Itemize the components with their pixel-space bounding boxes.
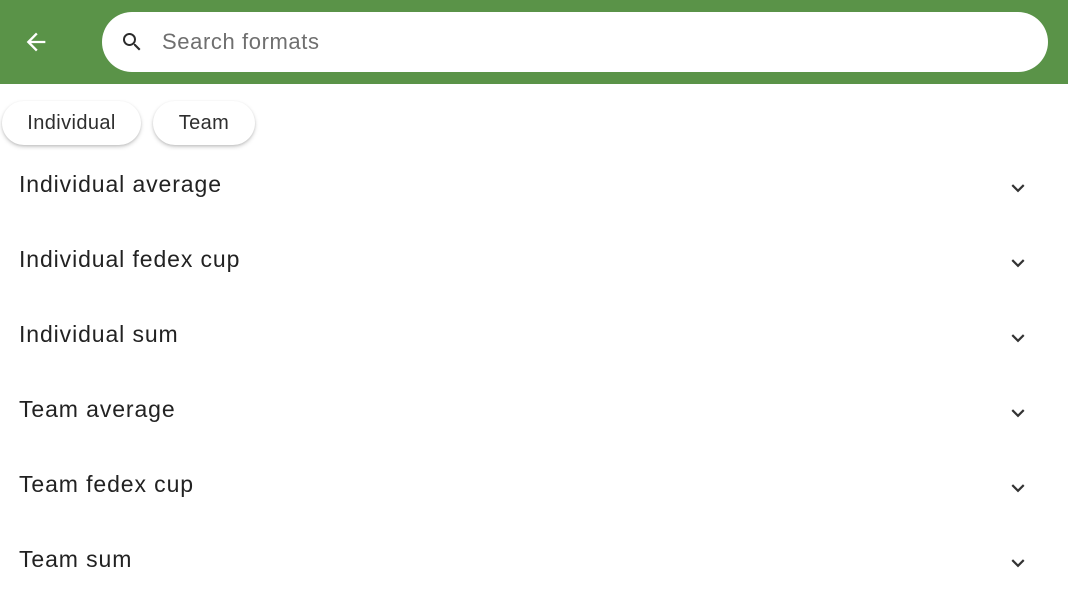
list-item-individual-sum[interactable]: Individual sum <box>0 300 1068 375</box>
chevron-down-icon[interactable] <box>1005 176 1031 200</box>
arrow-back-icon <box>26 32 46 52</box>
search-bar[interactable] <box>102 12 1048 72</box>
filter-chip-team[interactable]: Team <box>153 101 255 145</box>
chevron-down-icon[interactable] <box>1005 551 1031 575</box>
list-item-label: Individual fedex cup <box>19 246 241 272</box>
filter-chip-individual[interactable]: Individual <box>2 101 141 145</box>
list-item-label: Individual average <box>19 171 222 197</box>
list-item-team-sum[interactable]: Team sum <box>0 525 1068 600</box>
app-bar <box>0 0 1068 84</box>
chip-label: Team <box>178 111 230 134</box>
chip-label: Individual <box>27 111 116 134</box>
list-item-individual-average[interactable]: Individual average <box>0 150 1068 225</box>
list-item-label: Team fedex cup <box>19 471 194 497</box>
search-input[interactable] <box>162 12 1022 72</box>
list-item-team-fedex-cup[interactable]: Team fedex cup <box>0 450 1068 525</box>
list-item-label: Individual sum <box>19 321 179 347</box>
chevron-down-icon[interactable] <box>1005 326 1031 350</box>
chevron-down-icon[interactable] <box>1005 401 1031 425</box>
list-item-individual-fedex-cup[interactable]: Individual fedex cup <box>0 225 1068 300</box>
chevron-down-icon[interactable] <box>1005 251 1031 275</box>
chevron-down-icon[interactable] <box>1005 476 1031 500</box>
back-button[interactable] <box>16 22 56 62</box>
formats-list: Individual average Individual fedex cup … <box>0 150 1068 600</box>
list-item-team-average[interactable]: Team average <box>0 375 1068 450</box>
search-icon <box>120 30 144 54</box>
list-item-label: Team sum <box>19 546 133 572</box>
list-item-label: Team average <box>19 396 176 422</box>
